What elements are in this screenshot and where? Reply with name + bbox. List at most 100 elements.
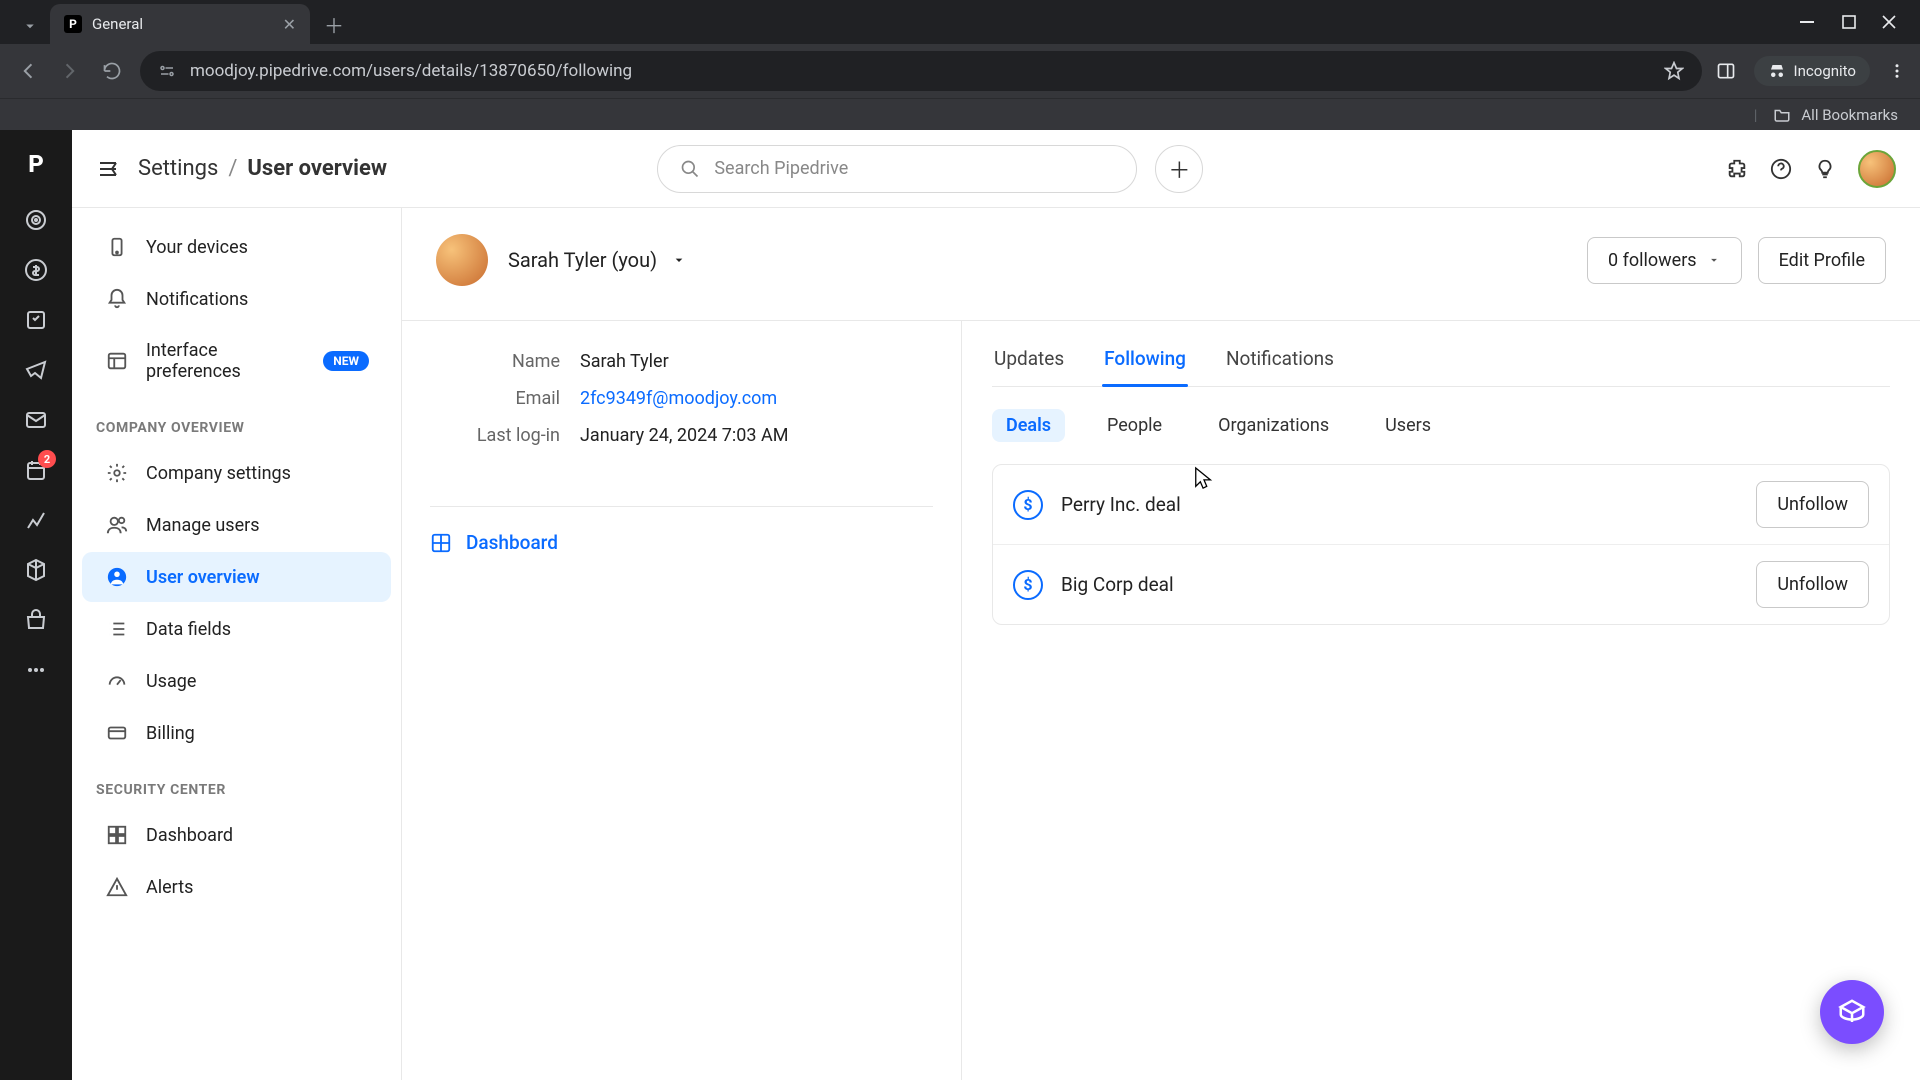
users-icon xyxy=(104,514,130,536)
settings-sidebar: Your devices Notifications Interface pre… xyxy=(72,208,402,1080)
maximize-icon[interactable] xyxy=(1842,15,1856,29)
sidebar-item-alerts[interactable]: Alerts xyxy=(82,862,391,912)
followers-button[interactable]: 0 followers xyxy=(1587,237,1742,284)
secondary-tabs: Deals People Organizations Users xyxy=(992,387,1890,464)
sidebar-item-notifications[interactable]: Notifications xyxy=(82,274,391,324)
profile-display-name: Sarah Tyler (you) xyxy=(508,248,657,272)
sidebar-item-your-devices[interactable]: Your devices xyxy=(82,222,391,272)
mail-icon[interactable] xyxy=(22,406,50,434)
sidebar-item-label: Billing xyxy=(146,723,195,744)
collapse-sidebar-icon[interactable] xyxy=(96,157,120,181)
detail-value: January 24, 2024 7:03 AM xyxy=(580,425,788,446)
products-icon[interactable] xyxy=(22,556,50,584)
minimize-icon[interactable] xyxy=(1800,14,1816,30)
back-icon[interactable] xyxy=(14,60,42,82)
browser-tab-active[interactable]: P General ✕ xyxy=(50,4,310,44)
sidebar-item-label: Company settings xyxy=(146,463,291,484)
toolbar-right: Incognito xyxy=(1716,56,1906,86)
breadcrumb-root[interactable]: Settings xyxy=(138,156,218,181)
subtab-deals[interactable]: Deals xyxy=(992,409,1065,442)
unfollow-button[interactable]: Unfollow xyxy=(1756,561,1869,608)
email-link[interactable]: 2fc9349f@moodjoy.com xyxy=(580,388,777,409)
subtab-people[interactable]: People xyxy=(1093,409,1176,442)
sidebar-item-company-settings[interactable]: Company settings xyxy=(82,448,391,498)
breadcrumb: Settings / User overview xyxy=(138,156,387,181)
list-icon xyxy=(104,618,130,640)
sidebar-item-user-overview[interactable]: User overview xyxy=(82,552,391,602)
sidebar-item-label: Interface preferences xyxy=(146,340,286,382)
tab-search-dropdown[interactable] xyxy=(10,8,50,44)
reload-icon[interactable] xyxy=(98,61,126,81)
sidebar-item-billing[interactable]: Billing xyxy=(82,708,391,758)
extensions-icon[interactable] xyxy=(1726,158,1748,180)
edit-profile-button[interactable]: Edit Profile xyxy=(1758,237,1886,284)
sidebar-item-interface-prefs[interactable]: Interface preferences NEW xyxy=(82,326,391,396)
close-window-icon[interactable] xyxy=(1882,15,1896,29)
sidebar-item-label: Dashboard xyxy=(146,825,233,846)
tab-updates[interactable]: Updates xyxy=(992,341,1066,386)
incognito-indicator[interactable]: Incognito xyxy=(1754,56,1870,86)
all-bookmarks-link[interactable]: All Bookmarks xyxy=(1801,106,1898,124)
detail-label: Last log-in xyxy=(430,425,560,446)
sidebar-item-label: Usage xyxy=(146,671,196,692)
deals-icon[interactable] xyxy=(22,256,50,284)
profile-name-dropdown[interactable]: Sarah Tyler (you) xyxy=(508,248,687,272)
insights-icon[interactable] xyxy=(22,506,50,534)
sidebar-item-data-fields[interactable]: Data fields xyxy=(82,604,391,654)
app-root: P 2 Your devices Notifications Int xyxy=(0,130,1920,1080)
gear-icon xyxy=(104,462,130,484)
marketplace-icon[interactable] xyxy=(22,606,50,634)
unfollow-button[interactable]: Unfollow xyxy=(1756,481,1869,528)
profile-header: Sarah Tyler (you) 0 followers Edit Profi… xyxy=(402,208,1920,320)
follow-list: $ Perry Inc. deal Unfollow $ Big Corp de… xyxy=(992,464,1890,625)
address-bar-row: moodjoy.pipedrive.com/users/details/1387… xyxy=(0,44,1920,98)
deal-name[interactable]: Big Corp deal xyxy=(1061,573,1174,596)
subtab-organizations[interactable]: Organizations xyxy=(1204,409,1343,442)
url-text: moodjoy.pipedrive.com/users/details/1387… xyxy=(190,61,632,81)
search-placeholder: Search Pipedrive xyxy=(714,158,848,179)
sidebar-item-label: Alerts xyxy=(146,877,193,898)
tab-following[interactable]: Following xyxy=(1102,341,1188,386)
user-details: Name Sarah Tyler Email 2fc9349f@moodjoy.… xyxy=(402,321,962,1080)
close-tab-icon[interactable]: ✕ xyxy=(283,15,296,34)
more-icon[interactable] xyxy=(22,656,50,684)
search-input[interactable]: Search Pipedrive xyxy=(657,145,1137,193)
tab-notifications[interactable]: Notifications xyxy=(1224,341,1336,386)
sidebar-item-usage[interactable]: Usage xyxy=(82,656,391,706)
site-settings-icon[interactable] xyxy=(158,62,176,80)
url-bar[interactable]: moodjoy.pipedrive.com/users/details/1387… xyxy=(140,51,1702,91)
kebab-menu-icon[interactable] xyxy=(1888,62,1906,80)
dashboard-link[interactable]: Dashboard xyxy=(430,506,933,554)
app-logo[interactable]: P xyxy=(16,144,56,184)
panel-icon[interactable] xyxy=(1716,61,1736,81)
help-icon[interactable] xyxy=(1770,158,1792,180)
app-header: Settings / User overview Search Pipedriv… xyxy=(72,130,1920,208)
bell-icon xyxy=(104,288,130,310)
leads-icon[interactable] xyxy=(22,206,50,234)
sidebar-item-label: User overview xyxy=(146,567,260,588)
breadcrumb-current: User overview xyxy=(247,156,387,181)
deal-icon: $ xyxy=(1013,490,1043,520)
profile-avatar xyxy=(436,234,488,286)
lightbulb-icon[interactable] xyxy=(1814,158,1836,180)
primary-tabs: Updates Following Notifications xyxy=(992,341,1890,387)
favicon-icon: P xyxy=(64,15,82,33)
sidebar-item-dashboard[interactable]: Dashboard xyxy=(82,810,391,860)
bookmark-star-icon[interactable] xyxy=(1664,61,1684,81)
knowledge-base-fab[interactable] xyxy=(1820,980,1884,1044)
card-icon xyxy=(104,722,130,744)
new-tab-button[interactable]: ＋ xyxy=(310,4,358,44)
activities-icon[interactable]: 2 xyxy=(22,456,50,484)
search-icon xyxy=(680,159,700,179)
campaigns-icon[interactable] xyxy=(22,356,50,384)
incognito-label: Incognito xyxy=(1794,62,1856,80)
deal-name[interactable]: Perry Inc. deal xyxy=(1061,493,1181,516)
sidebar-heading-company: COMPANY OVERVIEW xyxy=(72,398,401,446)
follow-item: $ Big Corp deal Unfollow xyxy=(993,545,1889,624)
projects-icon[interactable] xyxy=(22,306,50,334)
dashboard-link-label: Dashboard xyxy=(466,531,558,554)
sidebar-item-manage-users[interactable]: Manage users xyxy=(82,500,391,550)
user-avatar[interactable] xyxy=(1858,150,1896,188)
subtab-users[interactable]: Users xyxy=(1371,409,1445,442)
add-button[interactable]: ＋ xyxy=(1155,145,1203,193)
